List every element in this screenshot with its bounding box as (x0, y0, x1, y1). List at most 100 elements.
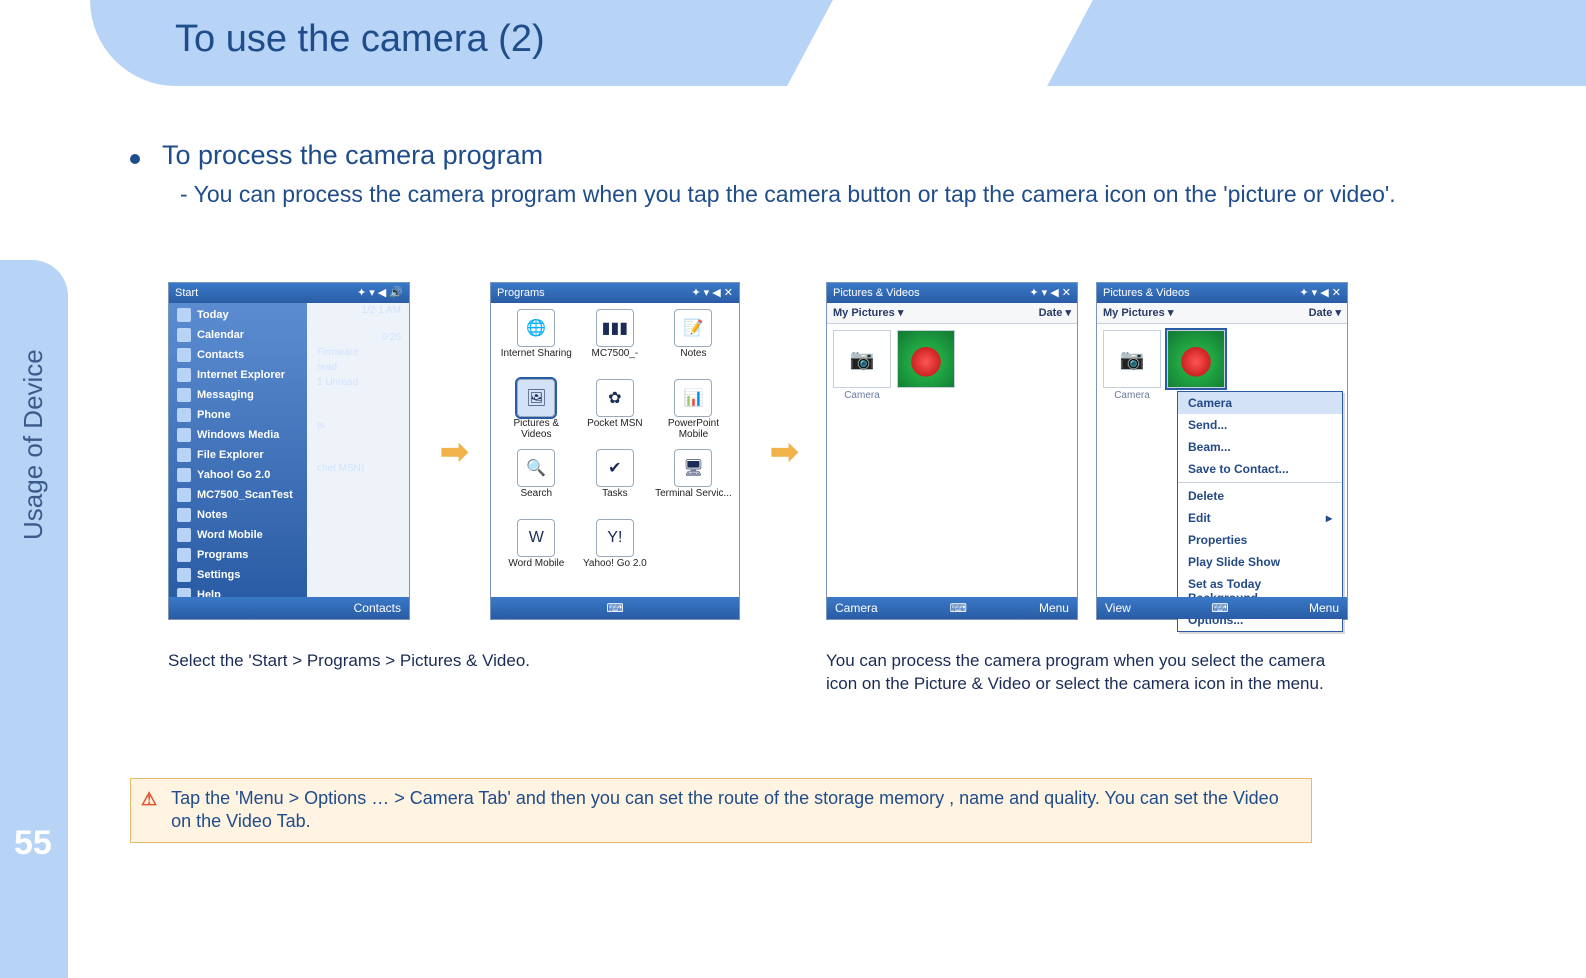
list-item[interactable]: Messaging (169, 385, 307, 405)
menu-item[interactable]: Edit▸ (1178, 507, 1342, 529)
app-label: PowerPoint Mobile (654, 419, 733, 440)
chevron-down-icon: ▾ (898, 307, 904, 319)
list-item[interactable]: File Explorer (169, 445, 307, 465)
programs-grid: 🌐Internet Sharing ▮▮▮MC7500_- 📝Notes 🖼Pi… (491, 303, 739, 607)
sort-dropdown[interactable]: Date ▾ (1039, 303, 1071, 323)
msn-icon: ✿ (596, 379, 634, 417)
arrow-icon: ➡ (440, 432, 469, 472)
powerpoint-icon: 📊 (674, 379, 712, 417)
soft-key-bar: Camera ⌨ Menu (827, 597, 1077, 619)
list-item[interactable]: Internet Explorer (169, 365, 307, 385)
app-icon (177, 568, 191, 582)
folder-dropdown[interactable]: My Pictures ▾ (833, 303, 903, 323)
warning-text: Tap the 'Menu > Options … > Camera Tab' … (171, 787, 1301, 834)
status-icons: ✦ ▾ ◀ ✕ (1299, 283, 1341, 303)
list-label: Phone (197, 409, 231, 421)
thumbnail-row: 📷 Camera (827, 324, 1077, 407)
keyboard-icon[interactable]: ⌨ (950, 601, 967, 615)
list-item[interactable]: Word Mobile (169, 525, 307, 545)
start-menu-list: Today Calendar Contacts Internet Explore… (169, 303, 307, 599)
sort-dropdown[interactable]: Date ▾ (1309, 303, 1341, 323)
camera-icon: 📷 (833, 330, 891, 388)
soft-key-bar: ⌨ (491, 597, 739, 619)
app-tile[interactable]: 🔍 Search (497, 449, 576, 519)
folder-label: My Pictures (1103, 307, 1165, 319)
app-tile[interactable]: Y!Yahoo! Go 2.0 (576, 519, 655, 589)
keyboard-icon[interactable]: ⌨ (1211, 601, 1228, 615)
menu-item[interactable]: Properties (1178, 529, 1342, 551)
tasks-icon: ✔ (596, 449, 634, 487)
search-icon: 🔍 (517, 449, 555, 487)
softkey-right[interactable]: Contacts (354, 601, 401, 615)
app-icon (177, 448, 191, 462)
softkey-left[interactable]: View (1105, 601, 1131, 615)
window-title: Start (175, 283, 198, 303)
list-item[interactable]: Phone (169, 405, 307, 425)
screenshot-programs: Programs ✦ ▾ ◀ ✕ 🌐Internet Sharing ▮▮▮MC… (490, 282, 740, 620)
pictures-icon: 🖼 (517, 379, 555, 417)
app-tile[interactable]: 📊PowerPoint Mobile (654, 379, 733, 449)
menu-item[interactable]: Camera (1178, 392, 1342, 414)
app-tile[interactable]: ✿Pocket MSN (576, 379, 655, 449)
app-icon (177, 428, 191, 442)
folder-bar: My Pictures ▾ Date ▾ (827, 303, 1077, 324)
menu-item[interactable]: Delete (1178, 485, 1342, 507)
app-icon (177, 508, 191, 522)
photo-thumbnail-selected[interactable] (1167, 330, 1225, 388)
softkey-left[interactable]: Camera (835, 601, 878, 615)
list-item[interactable]: Calendar (169, 325, 307, 345)
app-tile[interactable]: W Word Mobile (497, 519, 576, 589)
app-label: Search (520, 489, 552, 500)
photo-thumbnail[interactable] (897, 330, 955, 388)
app-tile[interactable]: 🖥Terminal Servic... (654, 449, 733, 519)
app-tile[interactable]: 📝Notes (654, 309, 733, 379)
list-item[interactable]: MC7500_ScanTest (169, 485, 307, 505)
camera-tile[interactable]: 📷 Camera (833, 330, 891, 401)
arrow-icon: ➡ (770, 432, 799, 472)
word-icon: W (517, 519, 555, 557)
list-item[interactable]: Yahoo! Go 2.0 (169, 465, 307, 485)
submenu-arrow-icon: ▸ (1326, 511, 1332, 525)
menu-item[interactable]: Send... (1178, 414, 1342, 436)
camera-icon: 📷 (1103, 330, 1161, 388)
softkey-right[interactable]: Menu (1039, 601, 1069, 615)
list-item[interactable]: Programs (169, 545, 307, 565)
list-item[interactable]: Today (169, 305, 307, 325)
list-item[interactable]: Contacts (169, 345, 307, 365)
today-pane: 1/2 1 AM 0:20 Firmware read 1 Unread ts … (309, 303, 409, 595)
list-item[interactable]: Notes (169, 505, 307, 525)
app-icon (177, 308, 191, 322)
list-item[interactable]: Settings (169, 565, 307, 585)
list-label: Programs (197, 549, 248, 561)
app-tile[interactable]: 🌐Internet Sharing (497, 309, 576, 379)
app-icon (177, 408, 191, 422)
app-tile[interactable]: ▮▮▮MC7500_- (576, 309, 655, 379)
app-tile-selected[interactable]: 🖼Pictures & Videos (497, 379, 576, 449)
list-label: Calendar (197, 329, 244, 341)
hint-text: ts (309, 390, 409, 433)
app-label: Internet Sharing (501, 349, 572, 360)
list-label: Settings (197, 569, 240, 581)
app-tile[interactable]: ✔Tasks (576, 449, 655, 519)
window-title: Pictures & Videos (1103, 283, 1190, 303)
app-label: Word Mobile (508, 559, 564, 570)
chevron-down-icon: ▾ (1065, 307, 1071, 319)
menu-item[interactable]: Save to Contact... (1178, 458, 1342, 480)
app-icon (177, 368, 191, 382)
app-icon (177, 328, 191, 342)
folder-dropdown[interactable]: My Pictures ▾ (1103, 303, 1173, 323)
list-label: Today (197, 309, 229, 321)
menu-item[interactable]: Beam... (1178, 436, 1342, 458)
menu-item[interactable]: Play Slide Show (1178, 551, 1342, 573)
keyboard-icon[interactable]: ⌨ (606, 601, 623, 615)
camera-tile[interactable]: 📷 Camera (1103, 330, 1161, 401)
screenshot-start-menu: Start ✦ ▾ ◀ 🔊 Today Calendar Contacts In… (168, 282, 410, 620)
warning-box: ⚠ Tap the 'Menu > Options … > Camera Tab… (130, 778, 1312, 843)
chevron-down-icon: ▾ (1335, 307, 1341, 319)
terminal-icon: 🖥 (674, 449, 712, 487)
sort-label: Date (1309, 307, 1333, 319)
softkey-right[interactable]: Menu (1309, 601, 1339, 615)
list-item[interactable]: Windows Media (169, 425, 307, 445)
list-label: File Explorer (197, 449, 264, 461)
app-icon (177, 528, 191, 542)
